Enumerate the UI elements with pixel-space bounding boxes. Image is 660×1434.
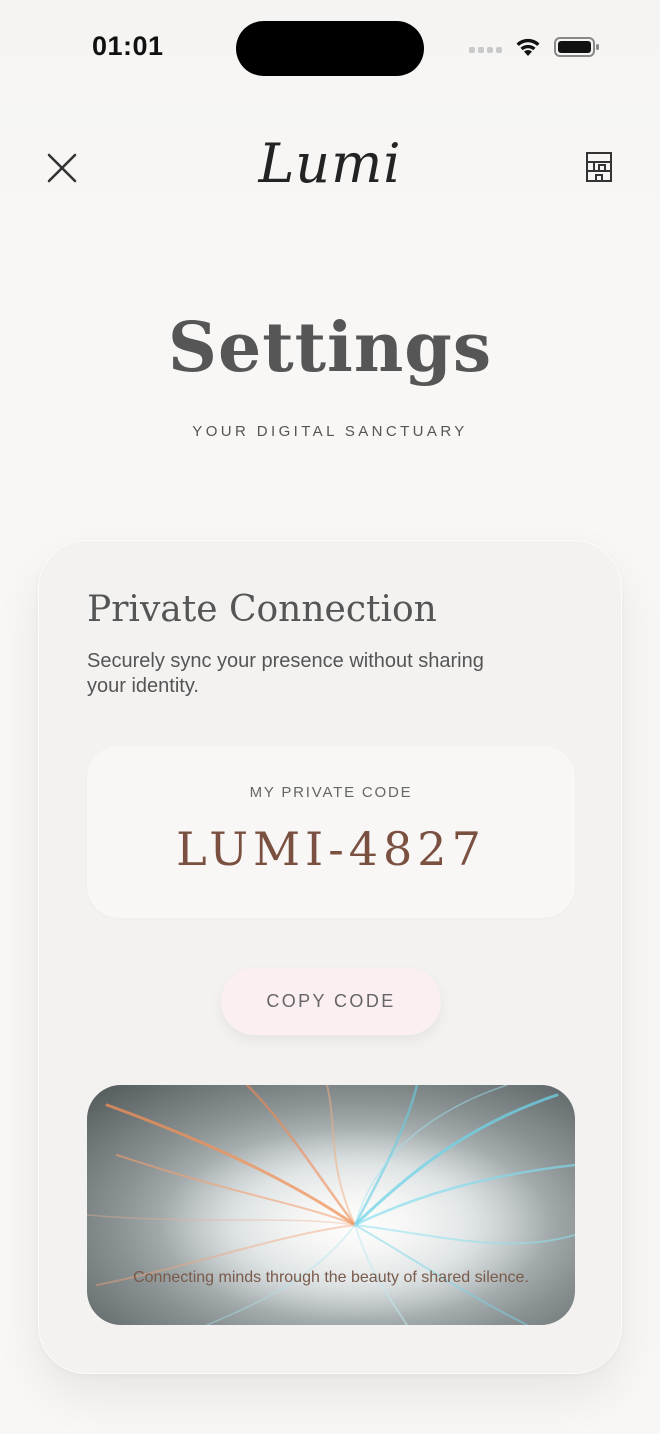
card-title: Private Connection — [87, 589, 437, 630]
page-title: Settings — [167, 308, 493, 388]
light-rays-image — [87, 1085, 575, 1325]
signal-icon — [469, 46, 502, 53]
private-connection-card: Private Connection Securely sync your pr… — [38, 540, 622, 1374]
settings-screen: 01:01 Lumi Settings YOUR DIGITAL SANCTUA… — [0, 0, 660, 1434]
battery-icon — [554, 36, 600, 63]
private-code-value: LUMI-4827 — [176, 822, 486, 876]
page-subtitle: YOUR DIGITAL SANCTUARY — [192, 423, 468, 440]
dynamic-island — [236, 21, 424, 76]
code-label: MY PRIVATE CODE — [249, 784, 413, 801]
status-time: 01:01 — [92, 31, 164, 61]
card-description: Securely sync your presence without shar… — [87, 650, 484, 697]
art-caption: Connecting minds through the beauty of s… — [133, 1269, 529, 1286]
connection-artwork: Connecting minds through the beauty of s… — [87, 1085, 575, 1325]
app-header: Lumi — [0, 110, 660, 225]
copy-code-button[interactable]: COPY CODE — [221, 968, 441, 1035]
status-bar: 01:01 — [0, 0, 660, 100]
sanctuary-button[interactable] — [582, 148, 616, 186]
app-brand: Lumi — [258, 132, 402, 195]
building-icon — [586, 152, 612, 182]
status-icons — [469, 36, 600, 63]
private-code-box: MY PRIVATE CODE LUMI-4827 — [87, 746, 575, 918]
wifi-icon — [514, 36, 542, 63]
